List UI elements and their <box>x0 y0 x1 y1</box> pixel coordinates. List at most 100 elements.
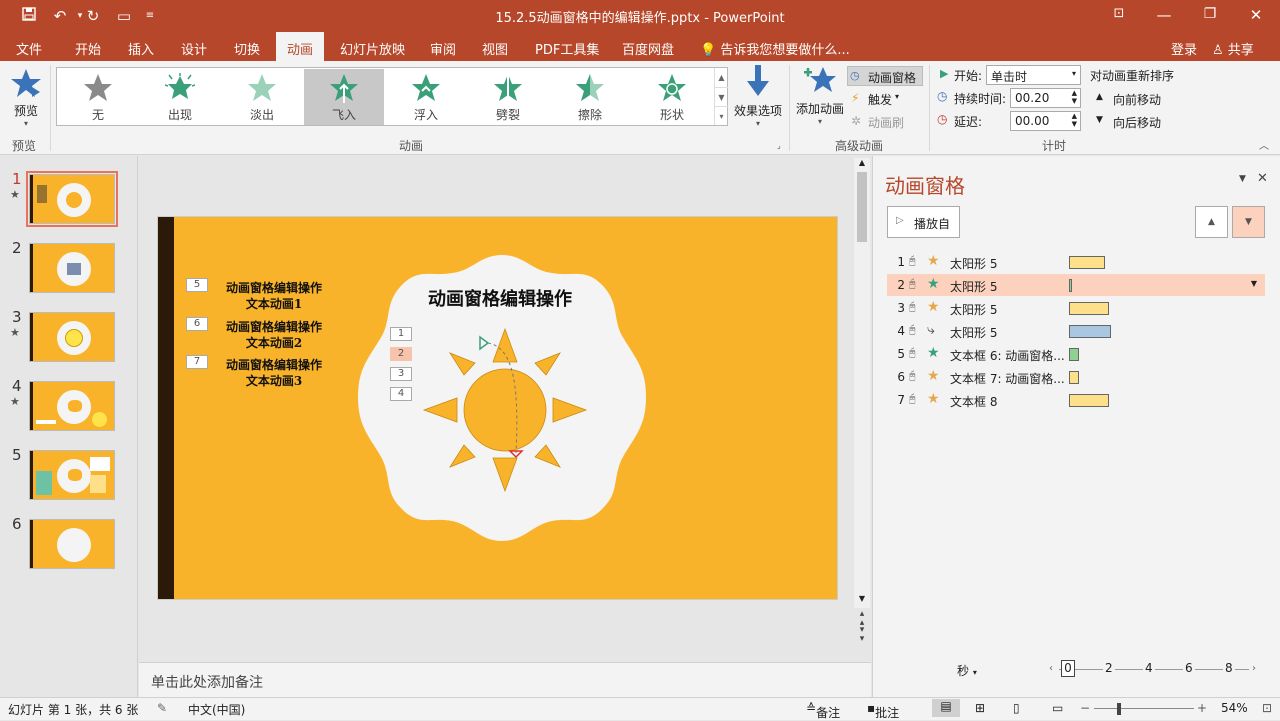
effect-options-button[interactable]: 效果选项 ▾ <box>732 65 784 131</box>
notes-pane[interactable]: 单击此处添加备注 <box>139 662 871 697</box>
timing-bar[interactable] <box>1069 302 1109 315</box>
animation-list-item[interactable]: 1 🖰 ★ 太阳形 5 <box>887 251 1265 273</box>
slide-thumbnail-6[interactable] <box>29 519 115 569</box>
animation-tag[interactable]: 4 <box>390 387 412 401</box>
notes-button[interactable]: ≙ 备注 <box>806 701 840 720</box>
animation-fade[interactable]: 淡出 <box>222 69 302 125</box>
slide-thumbnail-2[interactable] <box>29 243 115 293</box>
animation-tag[interactable]: 2 <box>390 347 412 361</box>
move-down-button[interactable]: ▼ <box>1232 206 1265 238</box>
animation-list-item[interactable]: 2 🖰 ★ 太阳形 5 ▼ <box>887 274 1265 296</box>
gallery-more-icon[interactable]: ▾ <box>714 106 728 125</box>
slide-thumbnail-4[interactable] <box>29 381 115 431</box>
timing-bar[interactable] <box>1069 256 1105 269</box>
reading-view-icon[interactable]: ▯ <box>1013 701 1020 715</box>
gallery-scroll-up-icon[interactable]: ▲ <box>714 68 728 87</box>
slideshow-view-icon[interactable]: ▭ <box>1052 701 1063 715</box>
zoom-level[interactable]: 54% <box>1221 701 1248 715</box>
animation-list-item[interactable]: 6 🖰 ★ 文本框 7: 动画窗格... <box>887 366 1265 388</box>
pane-options-icon[interactable]: ▼ <box>1239 174 1246 184</box>
animation-appear[interactable]: 出现 <box>140 69 220 125</box>
share-button[interactable]: ♙ 共享 <box>1212 39 1254 58</box>
fit-slide-icon[interactable]: ⊡ <box>1262 701 1272 715</box>
timing-bar[interactable] <box>1069 279 1072 292</box>
tab-slideshow[interactable]: 幻灯片放映 <box>340 39 405 58</box>
gallery-scroll-down-icon[interactable]: ▼ <box>714 87 728 106</box>
timing-bar[interactable] <box>1069 394 1109 407</box>
animation-split[interactable]: 劈裂 <box>468 69 548 125</box>
slide-thumbnail-5[interactable] <box>29 450 115 500</box>
text-box-6[interactable]: 动画窗格编辑操作 文本动画1 <box>204 280 344 312</box>
animation-fly-in[interactable]: 飞入 <box>304 69 384 125</box>
slide-thumbnail-3[interactable] <box>29 312 115 362</box>
timing-bar[interactable] <box>1069 348 1079 361</box>
slide-sorter-icon[interactable]: ⊞ <box>975 701 985 715</box>
collapse-ribbon-icon[interactable]: ︿ <box>1259 137 1269 152</box>
duration-spinner-icon[interactable]: ▲ ▼ <box>1072 89 1077 105</box>
animation-tag[interactable]: 1 <box>390 327 412 341</box>
animation-wipe[interactable]: 擦除 <box>550 69 630 125</box>
sun-shape[interactable] <box>420 325 590 495</box>
dialog-launcher-icon[interactable]: ⌟ <box>777 141 781 150</box>
close-pane-icon[interactable]: ✕ <box>1257 171 1268 186</box>
language-indicator[interactable]: 中文(中国) <box>188 701 245 718</box>
tab-file[interactable]: 文件 <box>16 39 42 58</box>
animation-none[interactable]: 无 <box>58 69 138 125</box>
zoom-out-icon[interactable]: − <box>1080 701 1090 715</box>
item-dropdown-icon[interactable]: ▼ <box>1251 279 1257 288</box>
comments-button[interactable]: ▪ 批注 <box>867 701 899 720</box>
scroll-up-icon[interactable]: ▲ <box>854 158 870 170</box>
text-box-7[interactable]: 动画窗格编辑操作 文本动画2 <box>204 319 344 351</box>
vertical-scrollbar[interactable]: ▲ ▼ <box>854 158 870 608</box>
tab-pdf-tools[interactable]: PDF工具集 <box>535 39 599 58</box>
start-select[interactable]: 单击时 ▾ <box>986 65 1081 85</box>
ribbon-display-options-icon[interactable]: ⊡ <box>1104 6 1134 21</box>
duration-input[interactable]: 00.20 ▲ ▼ <box>1010 88 1081 108</box>
close-icon[interactable]: ✕ <box>1241 6 1271 24</box>
tab-baidu-netdisk[interactable]: 百度网盘 <box>622 39 674 58</box>
animation-list-item[interactable]: 7 🖰 ★ 文本框 8 <box>887 389 1265 411</box>
text-box-8[interactable]: 动画窗格编辑操作 文本动画3 <box>204 357 344 389</box>
animation-list-item[interactable]: 3 🖰 ★ 太阳形 5 <box>887 297 1265 319</box>
restore-icon[interactable]: ❐ <box>1195 6 1225 22</box>
tab-view[interactable]: 视图 <box>482 39 508 58</box>
animation-tag[interactable]: 3 <box>390 367 412 381</box>
tab-design[interactable]: 设计 <box>181 39 207 58</box>
timing-bar[interactable] <box>1069 325 1111 338</box>
seconds-label[interactable]: 秒 ▾ <box>957 662 977 679</box>
tab-home[interactable]: 开始 <box>75 39 101 58</box>
animation-pane-toggle[interactable]: ◷ 动画窗格 <box>847 66 923 86</box>
tab-transitions[interactable]: 切换 <box>234 39 260 58</box>
slide-thumbnail-1[interactable] <box>29 174 115 224</box>
zoom-in-icon[interactable]: + <box>1197 701 1207 715</box>
animation-list-item[interactable]: 4 🖰 ⤷ 太阳形 5 <box>887 320 1265 342</box>
move-earlier-button[interactable]: ▲ 向前移动 <box>1094 89 1174 109</box>
spellcheck-icon[interactable]: ✎ <box>157 701 167 715</box>
preview-button[interactable]: 预览 ▾ <box>6 65 46 129</box>
animation-shape[interactable]: 形状 <box>632 69 712 125</box>
timing-bar[interactable] <box>1069 371 1079 384</box>
move-later-button[interactable]: ▼ 向后移动 <box>1094 112 1174 132</box>
animation-list-item[interactable]: 5 🖰 ★ 文本框 6: 动画窗格... <box>887 343 1265 365</box>
timeline-right-icon[interactable]: › <box>1252 663 1256 674</box>
next-slide-icon[interactable]: ▾ ▾ <box>856 626 868 644</box>
timeline-left-icon[interactable]: ‹ <box>1049 663 1053 674</box>
delay-input[interactable]: 00.00 ▲ ▼ <box>1010 111 1081 131</box>
play-from-button[interactable]: ▷ 播放自 <box>887 206 960 238</box>
add-animation-button[interactable]: 添加动画 ▾ <box>794 65 846 131</box>
animation-painter-button[interactable]: ✲ 动画刷 <box>849 112 919 132</box>
minimize-icon[interactable]: — <box>1149 6 1179 24</box>
sign-in-link[interactable]: 登录 <box>1171 39 1197 58</box>
trigger-button[interactable]: ⚡ 触发 ▾ <box>849 89 909 109</box>
tell-me-search[interactable]: 💡 告诉我您想要做什么... <box>700 39 850 58</box>
animation-float-in[interactable]: 浮入 <box>386 69 466 125</box>
tab-insert[interactable]: 插入 <box>128 39 154 58</box>
zoom-slider-thumb[interactable] <box>1117 703 1121 715</box>
normal-view-icon[interactable]: ▤ <box>932 699 960 717</box>
slide-title[interactable]: 动画窗格编辑操作 <box>415 288 585 312</box>
tab-animations[interactable]: 动画 <box>276 32 325 61</box>
delay-spinner-icon[interactable]: ▲ ▼ <box>1072 112 1077 128</box>
move-up-button[interactable]: ▲ <box>1195 206 1228 238</box>
scroll-thumb[interactable] <box>857 172 867 242</box>
slide-canvas[interactable]: 动画窗格编辑操作 1 2 3 4 5 6 7 动画窗格编辑操作 文本动画1 动画… <box>157 216 838 600</box>
